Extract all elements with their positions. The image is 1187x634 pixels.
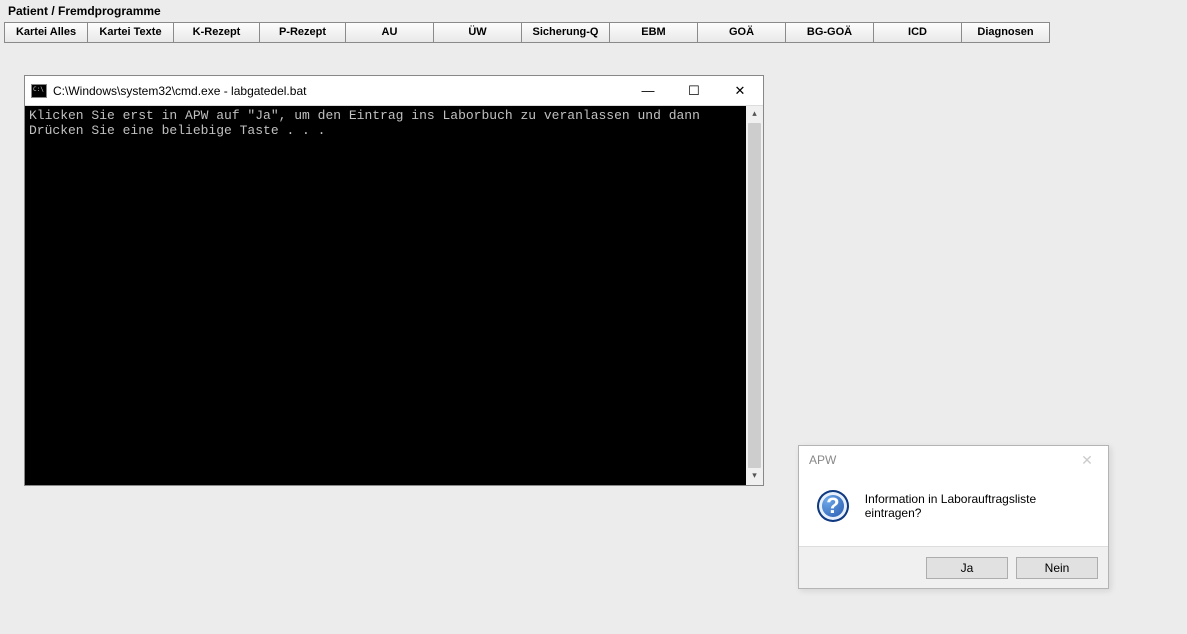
toolbar-p-rezept[interactable]: P-Rezept (260, 22, 346, 43)
yes-button[interactable]: Ja (926, 557, 1008, 579)
minimize-button[interactable]: — (625, 76, 671, 105)
dialog-footer: Ja Nein (799, 546, 1108, 588)
cmd-line-2: Drücken Sie eine beliebige Taste . . . (29, 123, 325, 138)
dialog-message: Information in Laborauftragsliste eintra… (865, 492, 1094, 520)
toolbar-sicherung-q[interactable]: Sicherung-Q (522, 22, 610, 43)
question-icon: ? (817, 490, 849, 522)
dialog-close-icon[interactable]: ✕ (1072, 449, 1102, 471)
toolbar-icd[interactable]: ICD (874, 22, 962, 43)
scroll-thumb[interactable] (748, 123, 761, 468)
cmd-titlebar[interactable]: C:\Windows\system32\cmd.exe - labgatedel… (25, 76, 763, 106)
menu-header: Patient / Fremdprogramme (0, 0, 1187, 18)
cmd-scrollbar[interactable]: ▴ ▾ (746, 106, 763, 485)
toolbar-diagnosen[interactable]: Diagnosen (962, 22, 1050, 43)
toolbar-ebm[interactable]: EBM (610, 22, 698, 43)
apw-dialog: APW ✕ ? Information in Laborauftragslist… (798, 445, 1109, 589)
close-button[interactable]: ✕ (717, 76, 763, 105)
no-button[interactable]: Nein (1016, 557, 1098, 579)
dialog-titlebar[interactable]: APW ✕ (799, 446, 1108, 474)
maximize-button[interactable]: ☐ (671, 76, 717, 105)
toolbar-bg-goae[interactable]: BG-GOÄ (786, 22, 874, 43)
toolbar-kartei-texte[interactable]: Kartei Texte (88, 22, 174, 43)
toolbar: Kartei Alles Kartei Texte K-Rezept P-Rez… (0, 18, 1187, 47)
page-title: Patient / Fremdprogramme (8, 4, 161, 18)
toolbar-au[interactable]: AU (346, 22, 434, 43)
toolbar-kartei-alles[interactable]: Kartei Alles (4, 22, 88, 43)
dialog-body: ? Information in Laborauftragsliste eint… (799, 474, 1108, 532)
scroll-down-icon[interactable]: ▾ (746, 468, 763, 485)
cmd-line-1: Klicken Sie erst in APW auf "Ja", um den… (29, 108, 700, 123)
dialog-title: APW (809, 453, 836, 467)
cmd-body-wrap: Klicken Sie erst in APW auf "Ja", um den… (25, 106, 763, 485)
toolbar-goae[interactable]: GOÄ (698, 22, 786, 43)
toolbar-k-rezept[interactable]: K-Rezept (174, 22, 260, 43)
cmd-window: C:\Windows\system32\cmd.exe - labgatedel… (24, 75, 764, 486)
toolbar-uew[interactable]: ÜW (434, 22, 522, 43)
scroll-up-icon[interactable]: ▴ (746, 106, 763, 123)
cmd-window-title: C:\Windows\system32\cmd.exe - labgatedel… (53, 84, 625, 98)
cmd-icon (31, 84, 47, 98)
cmd-output: Klicken Sie erst in APW auf "Ja", um den… (25, 106, 746, 485)
